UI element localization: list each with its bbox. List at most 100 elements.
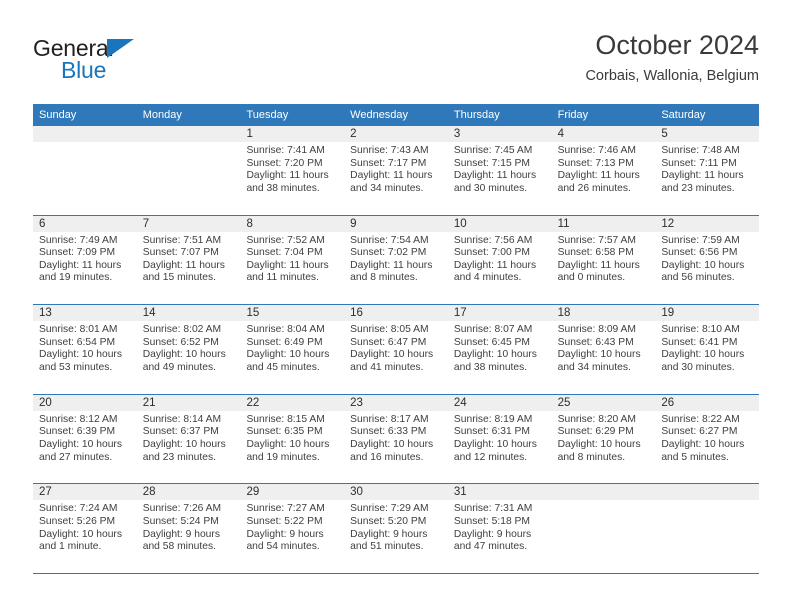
day-daylight-text: Daylight: 10 hours (246, 438, 330, 450)
day-cell[interactable]: 9 Sunrise: 7:54 AM Sunset: 7:02 PM Daylight… (344, 215, 448, 305)
day-sunrise-text: Sunrise: 7:56 AM (453, 234, 533, 246)
day-cell[interactable]: 24 Sunrise: 8:19 AM Sunset: 6:31 PM Dayligh… (447, 394, 552, 484)
day-cell[interactable]: 1 Sunrise: 7:41 AM Sunset: 7:20 PM Daylight… (240, 126, 345, 215)
page-header: General Blue October 2024 Corbais, Wallo… (33, 28, 759, 96)
day-info: Sunrise: 7:52 AM Sunset: 7:04 PM Daylight:… (240, 232, 344, 285)
day-cell[interactable]: 13 Sunrise: 8:01 AM Sunset: 6:54 PM Dayligh… (33, 305, 137, 394)
weekday-header-wednesday: Wednesday (350, 109, 409, 121)
triangle-flag-icon (107, 39, 134, 58)
day-number (136, 126, 241, 142)
day-daylight-cont-text: and 38 minutes. (453, 361, 528, 373)
day-sunrise-text: Sunrise: 7:29 AM (350, 503, 429, 515)
day-daylight-cont-text: and 4 minutes. (453, 272, 522, 284)
day-sunset-text: Sunset: 7:02 PM (350, 247, 427, 259)
day-cell[interactable]: 14 Sunrise: 8:02 AM Sunset: 6:52 PM Dayligh… (136, 305, 241, 394)
day-daylight-text: Daylight: 9 hours (350, 528, 428, 540)
day-cell[interactable]: 22 Sunrise: 8:15 AM Sunset: 6:35 PM Dayligh… (240, 394, 345, 484)
day-daylight-cont-text: and 30 minutes. (453, 182, 528, 194)
day-cell[interactable]: 15 Sunrise: 8:04 AM Sunset: 6:49 PM Dayligh… (240, 305, 345, 394)
day-cell[interactable]: 7 Sunrise: 7:51 AM Sunset: 7:07 PM Daylight… (136, 215, 241, 305)
day-cell[interactable]: 10 Sunrise: 7:56 AM Sunset: 7:00 PM Dayligh… (447, 215, 552, 305)
calendar-page: General Blue October 2024 Corbais, Wallo… (0, 0, 792, 612)
day-cell[interactable]: 11 Sunrise: 7:57 AM Sunset: 6:58 PM Dayligh… (551, 215, 656, 305)
day-cell[interactable]: 19 Sunrise: 8:10 AM Sunset: 6:41 PM Dayligh… (655, 305, 760, 394)
day-number: 12 (655, 215, 760, 232)
day-sunset-text: Sunset: 6:37 PM (142, 426, 219, 438)
day-cell[interactable]: 27 Sunrise: 7:24 AM Sunset: 5:26 PM Dayligh… (33, 484, 137, 573)
weekday-header-row: Sunday Monday Tuesday Wednesday Thursday Frid… (33, 104, 759, 126)
day-cell[interactable]: 28 Sunrise: 7:26 AM Sunset: 5:24 PM Dayligh… (136, 484, 241, 573)
day-daylight-text: Daylight: 9 hours (453, 528, 532, 540)
day-info: Sunrise: 7:51 AM Sunset: 7:07 PM Daylight:… (137, 232, 241, 285)
day-cell[interactable]: 3 Sunrise: 7:45 AM Sunset: 7:15 PM Daylight… (447, 126, 552, 215)
day-cell[interactable]: 21 Sunrise: 8:14 AM Sunset: 6:37 PM Dayligh… (136, 394, 241, 484)
day-daylight-cont-text: and 49 minutes. (142, 361, 216, 373)
day-cell[interactable]: 8 Sunrise: 7:52 AM Sunset: 7:04 PM Daylight… (240, 215, 345, 305)
day-sunrise-text: Sunrise: 7:41 AM (246, 145, 325, 156)
day-info: Sunrise: 8:02 AM Sunset: 6:52 PM Daylight:… (137, 321, 241, 374)
day-cell[interactable]: 23 Sunrise: 8:17 AM Sunset: 6:33 PM Dayligh… (344, 394, 448, 484)
day-sunrise-text: Sunrise: 7:57 AM (557, 234, 637, 246)
day-number (655, 484, 760, 501)
day-sunrise-text: Sunrise: 8:07 AM (453, 324, 533, 336)
day-info: Sunrise: 8:14 AM Sunset: 6:37 PM Daylight:… (137, 411, 241, 464)
day-sunrise-text: Sunrise: 7:54 AM (350, 234, 429, 246)
day-info: Sunrise: 7:43 AM Sunset: 7:17 PM Daylight:… (344, 142, 448, 195)
weekday-header-friday: Friday (557, 109, 589, 121)
day-cell[interactable]: 4 Sunrise: 7:46 AM Sunset: 7:13 PM Daylight… (551, 126, 656, 215)
day-daylight-cont-text: and 27 minutes. (39, 451, 113, 463)
day-sunset-text: Sunset: 7:00 PM (453, 247, 531, 259)
day-daylight-cont-text: and 30 minutes. (661, 361, 735, 373)
day-sunrise-text: Sunrise: 7:46 AM (557, 145, 637, 156)
day-cell[interactable]: 25 Sunrise: 8:20 AM Sunset: 6:29 PM Dayligh… (551, 394, 656, 484)
day-info: Sunrise: 8:07 AM Sunset: 6:45 PM Daylight:… (448, 321, 552, 374)
general-blue-logo[interactable]: General Blue (33, 36, 213, 88)
day-cell[interactable]: 26 Sunrise: 8:22 AM Sunset: 6:27 PM Dayligh… (655, 394, 760, 484)
day-daylight-cont-text: and 34 minutes. (350, 182, 424, 194)
day-sunset-text: Sunset: 7:07 PM (142, 247, 219, 259)
day-number: 25 (551, 394, 656, 411)
day-cell[interactable]: 18 Sunrise: 8:09 AM Sunset: 6:43 PM Dayligh… (551, 305, 656, 394)
day-info: Sunrise: 8:05 AM Sunset: 6:47 PM Daylight:… (344, 321, 448, 374)
day-cell[interactable]: 31 Sunrise: 7:31 AM Sunset: 5:18 PM Dayligh… (447, 484, 552, 573)
day-cell[interactable]: 30 Sunrise: 7:29 AM Sunset: 5:20 PM Dayligh… (344, 484, 448, 573)
day-info: Sunrise: 7:31 AM Sunset: 5:18 PM Daylight:… (448, 500, 552, 553)
day-sunset-text: Sunset: 7:17 PM (350, 157, 427, 169)
day-daylight-cont-text: and 51 minutes. (350, 541, 424, 553)
day-sunset-text: Sunset: 6:35 PM (246, 426, 323, 438)
calendar-week-row: 20 Sunrise: 8:12 AM Sunset: 6:39 PM Dayligh… (33, 394, 760, 485)
page-subtitle: Corbais, Wallonia, Belgium (585, 68, 759, 84)
day-number: 3 (447, 126, 552, 142)
day-daylight-cont-text: and 5 minutes. (661, 451, 729, 463)
day-cell[interactable]: 5 Sunrise: 7:48 AM Sunset: 7:11 PM Daylight… (655, 126, 760, 215)
day-daylight-text: Daylight: 10 hours (557, 438, 641, 450)
day-cell[interactable]: 6 Sunrise: 7:49 AM Sunset: 7:09 PM Daylight… (33, 215, 137, 305)
day-cell[interactable]: 17 Sunrise: 8:07 AM Sunset: 6:45 PM Dayligh… (447, 305, 552, 394)
day-daylight-cont-text: and 19 minutes. (246, 451, 320, 463)
day-daylight-text: Daylight: 11 hours (453, 170, 537, 182)
day-info: Sunrise: 8:22 AM Sunset: 6:27 PM Daylight:… (655, 411, 759, 464)
day-sunrise-text: Sunrise: 8:15 AM (246, 413, 325, 425)
day-number: 13 (33, 305, 137, 322)
day-sunrise-text: Sunrise: 8:20 AM (557, 413, 637, 425)
day-sunset-text: Sunset: 7:09 PM (39, 247, 116, 259)
day-info: Sunrise: 7:26 AM Sunset: 5:24 PM Daylight:… (137, 500, 241, 553)
weekday-header-sunday: Sunday (39, 109, 77, 121)
day-sunrise-text: Sunrise: 8:22 AM (661, 413, 740, 425)
day-info: Sunrise: 7:48 AM Sunset: 7:11 PM Daylight:… (655, 142, 759, 195)
day-cell[interactable]: 16 Sunrise: 8:05 AM Sunset: 6:47 PM Dayligh… (344, 305, 448, 394)
day-daylight-cont-text: and 23 minutes. (661, 182, 735, 194)
day-daylight-cont-text: and 23 minutes. (142, 451, 216, 463)
day-info: Sunrise: 8:17 AM Sunset: 6:33 PM Daylight:… (344, 411, 448, 464)
day-daylight-cont-text: and 11 minutes. (246, 272, 319, 284)
day-cell[interactable]: 29 Sunrise: 7:27 AM Sunset: 5:22 PM Dayligh… (240, 484, 345, 573)
day-sunset-text: Sunset: 6:39 PM (39, 426, 116, 438)
day-sunrise-text: Sunrise: 8:09 AM (557, 324, 637, 336)
weekday-header-thursday: Thursday (453, 109, 500, 121)
day-cell[interactable]: 2 Sunrise: 7:43 AM Sunset: 7:17 PM Daylight… (344, 126, 448, 215)
day-sunset-text: Sunset: 6:31 PM (453, 426, 531, 438)
day-sunset-text: Sunset: 7:15 PM (453, 157, 531, 169)
day-cell[interactable]: 12 Sunrise: 7:59 AM Sunset: 6:56 PM Dayligh… (655, 215, 760, 305)
day-daylight-text: Daylight: 11 hours (453, 259, 537, 271)
day-cell[interactable]: 20 Sunrise: 8:12 AM Sunset: 6:39 PM Dayligh… (33, 394, 137, 484)
